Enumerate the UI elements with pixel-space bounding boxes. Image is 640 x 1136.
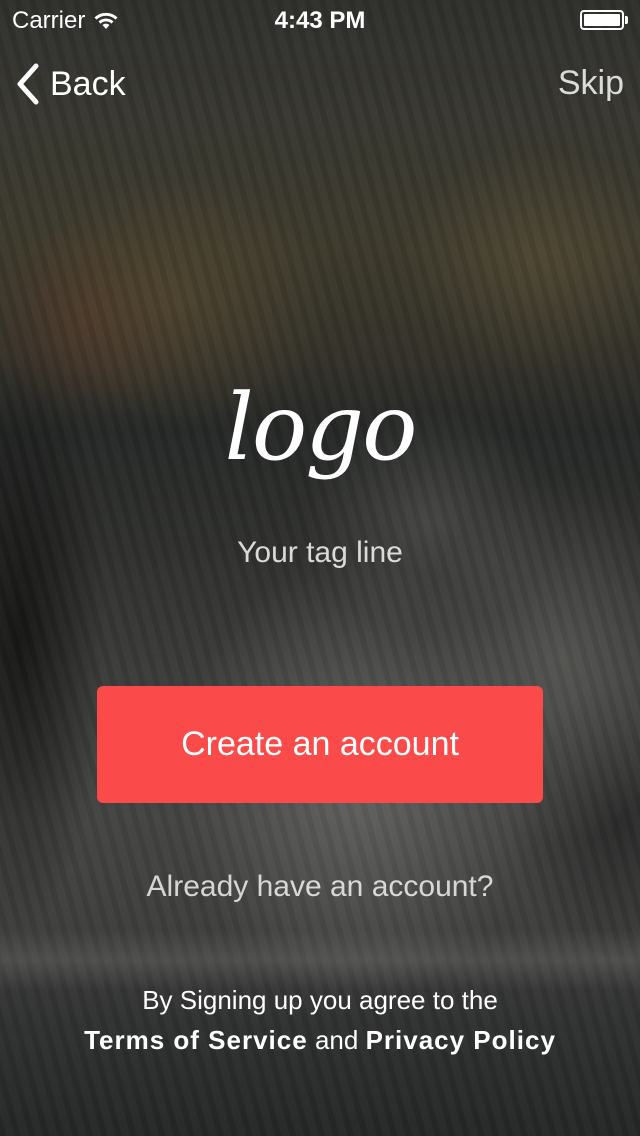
terms-of-service-link[interactable]: Terms of Service [84,1025,308,1055]
legal-notice: By Signing up you agree to the Terms of … [60,980,580,1060]
back-label: Back [50,64,126,103]
status-bar: Carrier 4:43 PM [0,0,640,40]
logo: logo [224,374,417,481]
status-time: 4:43 PM [274,7,366,34]
tagline: Your tag line [237,536,403,569]
legal-prefix: By Signing up you agree to the [142,985,498,1015]
privacy-policy-link[interactable]: Privacy Policy [366,1025,556,1055]
back-button[interactable]: Back [14,62,126,106]
create-account-label: Create an account [181,725,459,763]
create-account-button[interactable]: Create an account [97,686,543,803]
battery-icon [580,10,628,30]
login-link[interactable]: Already have an account? [0,870,640,904]
onboarding-screen: Carrier 4:43 PM Back Skip logo Your tag … [0,0,640,1136]
chevron-left-icon [17,63,39,105]
legal-conjunction: and [314,1025,359,1055]
skip-button[interactable]: Skip [558,64,624,103]
